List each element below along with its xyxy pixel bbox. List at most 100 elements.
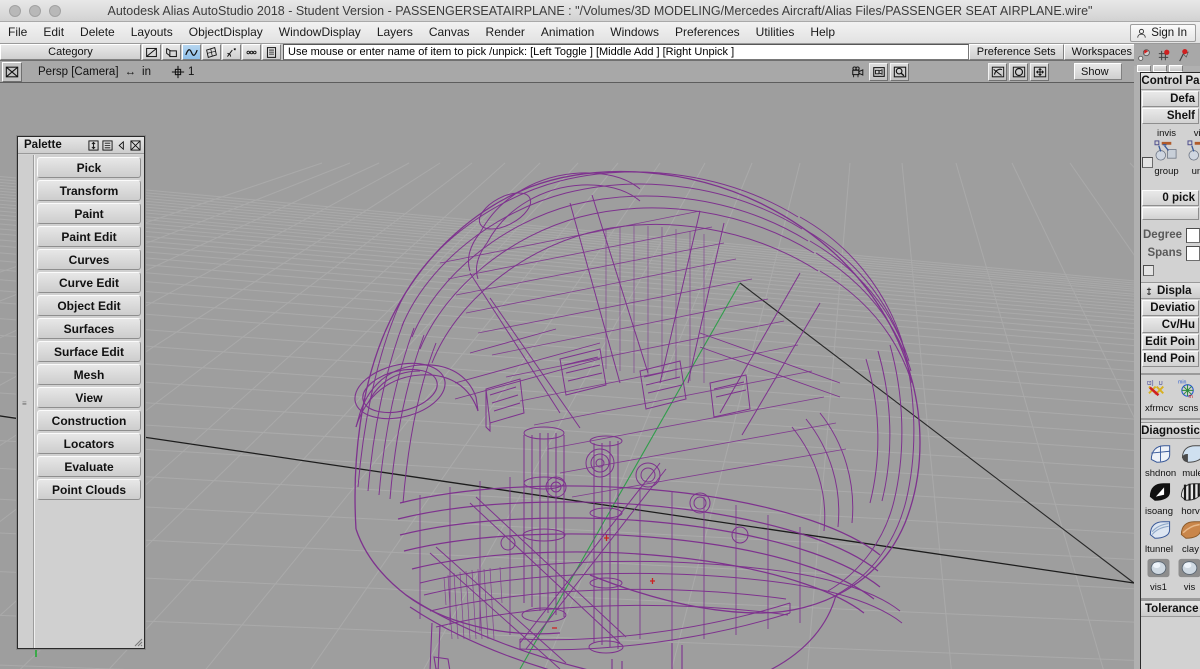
preference-sets-button[interactable]: Preference Sets (968, 44, 1064, 60)
prompt-line-wrapper: Use mouse or enter name of item to pick … (283, 44, 969, 60)
cp-vis1-cell[interactable]: vis1 (1145, 557, 1172, 593)
cp-group-icon-cell[interactable]: invis group (1153, 127, 1180, 177)
cp-tab-1[interactable] (1137, 65, 1151, 72)
perspective-viewport[interactable] (0, 83, 1134, 669)
palette-item-surfaces[interactable]: Surfaces (37, 318, 141, 339)
transform-cv-icon: ⊡] ⊔ (1148, 381, 1165, 397)
workspaces-button[interactable]: Workspaces (1063, 44, 1140, 60)
dots-options-icon-button[interactable] (242, 44, 261, 60)
no-display-icon (146, 47, 157, 57)
palette-item-evaluate[interactable]: Evaluate (37, 456, 141, 477)
surface-patch-icon-button[interactable] (202, 44, 221, 60)
show-button[interactable]: Show (1074, 63, 1122, 80)
view-close-badge[interactable] (2, 61, 22, 82)
cp-shelf-row[interactable]: Shelf (1142, 108, 1199, 124)
cp-degree-field[interactable] (1186, 227, 1200, 243)
menu-render[interactable]: Render (478, 22, 533, 43)
cp-blend-points-row[interactable]: Blend Poin (1142, 351, 1199, 367)
cp-vis2-cell[interactable]: vis (1176, 557, 1200, 593)
menu-file[interactable]: File (0, 22, 35, 43)
palette-title-bar[interactable]: Palette (18, 137, 144, 154)
visualize-1-icon (1147, 558, 1170, 578)
cp-xfrmcv-cell[interactable]: ⊡] ⊔ xfrmcv (1145, 378, 1173, 414)
menu-layers[interactable]: Layers (369, 22, 421, 43)
close-icon-glyph (130, 139, 141, 151)
pick-object-icon (166, 47, 177, 57)
magnifier-icon-button[interactable] (890, 62, 909, 81)
cp-horv-cell[interactable]: horv (1177, 481, 1200, 517)
cp-clay-cell[interactable]: clay (1177, 519, 1200, 555)
palette-item-construction[interactable]: Construction (37, 410, 141, 431)
sign-in-button[interactable]: Sign In (1130, 24, 1196, 42)
palette-item-surface-edit[interactable]: Surface Edit (37, 341, 141, 362)
camera-box-icon-button[interactable] (869, 62, 888, 81)
cp-shdnon-cell[interactable]: shdnon (1145, 443, 1176, 479)
ungroup-objects-icon (1187, 140, 1200, 161)
category-button[interactable]: Category (0, 44, 141, 60)
cv-points-icon-button[interactable] (222, 44, 241, 60)
circle-view-icon-button[interactable] (1009, 62, 1028, 81)
cp-display-header[interactable]: Displa (1141, 282, 1200, 299)
menu-windowdisplay[interactable]: WindowDisplay (271, 22, 369, 43)
palette-item-transform[interactable]: Transform (37, 180, 141, 201)
cp-pin-grid-icon-button[interactable] (1155, 47, 1172, 64)
cp-isoang-cell[interactable]: isoang (1145, 481, 1173, 517)
camera-icon-button[interactable] (848, 63, 867, 81)
cp-tab-2[interactable] (1153, 65, 1167, 72)
menu-help[interactable]: Help (802, 22, 843, 43)
cp-spans-field[interactable] (1186, 245, 1200, 261)
menu-objectdisplay[interactable]: ObjectDisplay (181, 22, 271, 43)
palette-item-mesh[interactable]: Mesh (37, 364, 141, 385)
menu-layouts[interactable]: Layouts (123, 22, 181, 43)
pick-object-icon-button[interactable] (162, 44, 181, 60)
palette-item-curve-edit[interactable]: Curve Edit (37, 272, 141, 293)
cp-tolerance-header[interactable]: Tolerance (1141, 600, 1200, 617)
alias-autostudio-window: Autodesk Alias AutoStudio 2018 - Student… (0, 0, 1200, 669)
close-view-icon (5, 66, 19, 77)
list-icon[interactable] (101, 139, 114, 152)
cp-default-row[interactable]: Defa (1142, 91, 1199, 107)
cp-deviation-row[interactable]: Deviatio (1142, 300, 1199, 316)
menu-delete[interactable]: Delete (72, 22, 123, 43)
prompt-input[interactable]: Use mouse or enter name of item to pick … (283, 44, 969, 60)
control-panel-title: Control Pa (1141, 73, 1200, 90)
iso-angle-icon (1149, 483, 1170, 501)
curve-wave-icon-button[interactable] (182, 44, 201, 60)
palette-item-pick[interactable]: Pick (37, 157, 141, 178)
close-icon[interactable] (129, 139, 142, 152)
menu-edit[interactable]: Edit (35, 22, 72, 43)
cp-mule-cell[interactable]: mule (1179, 443, 1200, 479)
expand-icon[interactable] (87, 139, 100, 152)
cp-ltunnel-cell[interactable]: ltunnel (1145, 519, 1173, 555)
palette-item-object-edit[interactable]: Object Edit (37, 295, 141, 316)
cp-tab-3[interactable] (1169, 65, 1183, 72)
cp-ungroup-icon-cell[interactable]: vis ung (1186, 127, 1200, 177)
palette-item-view[interactable]: View (37, 387, 141, 408)
cp-diagnostic-header[interactable]: Diagnostic (1141, 422, 1200, 439)
list-lines-icon-button[interactable] (262, 44, 281, 60)
palette-item-locators[interactable]: Locators (37, 433, 141, 454)
palette-item-paint[interactable]: Paint (37, 203, 141, 224)
palette-item-point-clouds[interactable]: Point Clouds (37, 479, 141, 500)
palette-resize-handle[interactable] (131, 635, 143, 647)
menu-animation[interactable]: Animation (533, 22, 602, 43)
cp-pin-flag-icon-button[interactable] (1174, 47, 1191, 64)
cp-cvhull-row[interactable]: Cv/Hu (1142, 317, 1199, 333)
cp-scns-cell[interactable]: min m scns (1176, 378, 1200, 414)
cp-pin-single-icon-button[interactable] (1136, 47, 1153, 64)
menu-canvas[interactable]: Canvas (421, 22, 478, 43)
cp-layer-checkbox[interactable] (1142, 157, 1153, 168)
cp-edit-points-row[interactable]: Edit Poin (1142, 334, 1199, 350)
collapse-left-icon[interactable] (115, 139, 128, 152)
menu-preferences[interactable]: Preferences (667, 22, 748, 43)
palette-item-paint-edit[interactable]: Paint Edit (37, 226, 141, 247)
palette-drag-grip[interactable]: ≡ (18, 155, 34, 648)
rotate-view-icon-button[interactable] (988, 62, 1007, 81)
no-display-icon-button[interactable] (142, 44, 161, 60)
menu-windows[interactable]: Windows (602, 22, 667, 43)
palette-item-curves[interactable]: Curves (37, 249, 141, 270)
move-view-icon-button[interactable] (1030, 62, 1049, 81)
cp-option-checkbox[interactable] (1143, 265, 1154, 276)
palette-window: Palette ≡ Pick Transform Paint Paint Edi… (17, 136, 145, 649)
menu-utilities[interactable]: Utilities (748, 22, 803, 43)
